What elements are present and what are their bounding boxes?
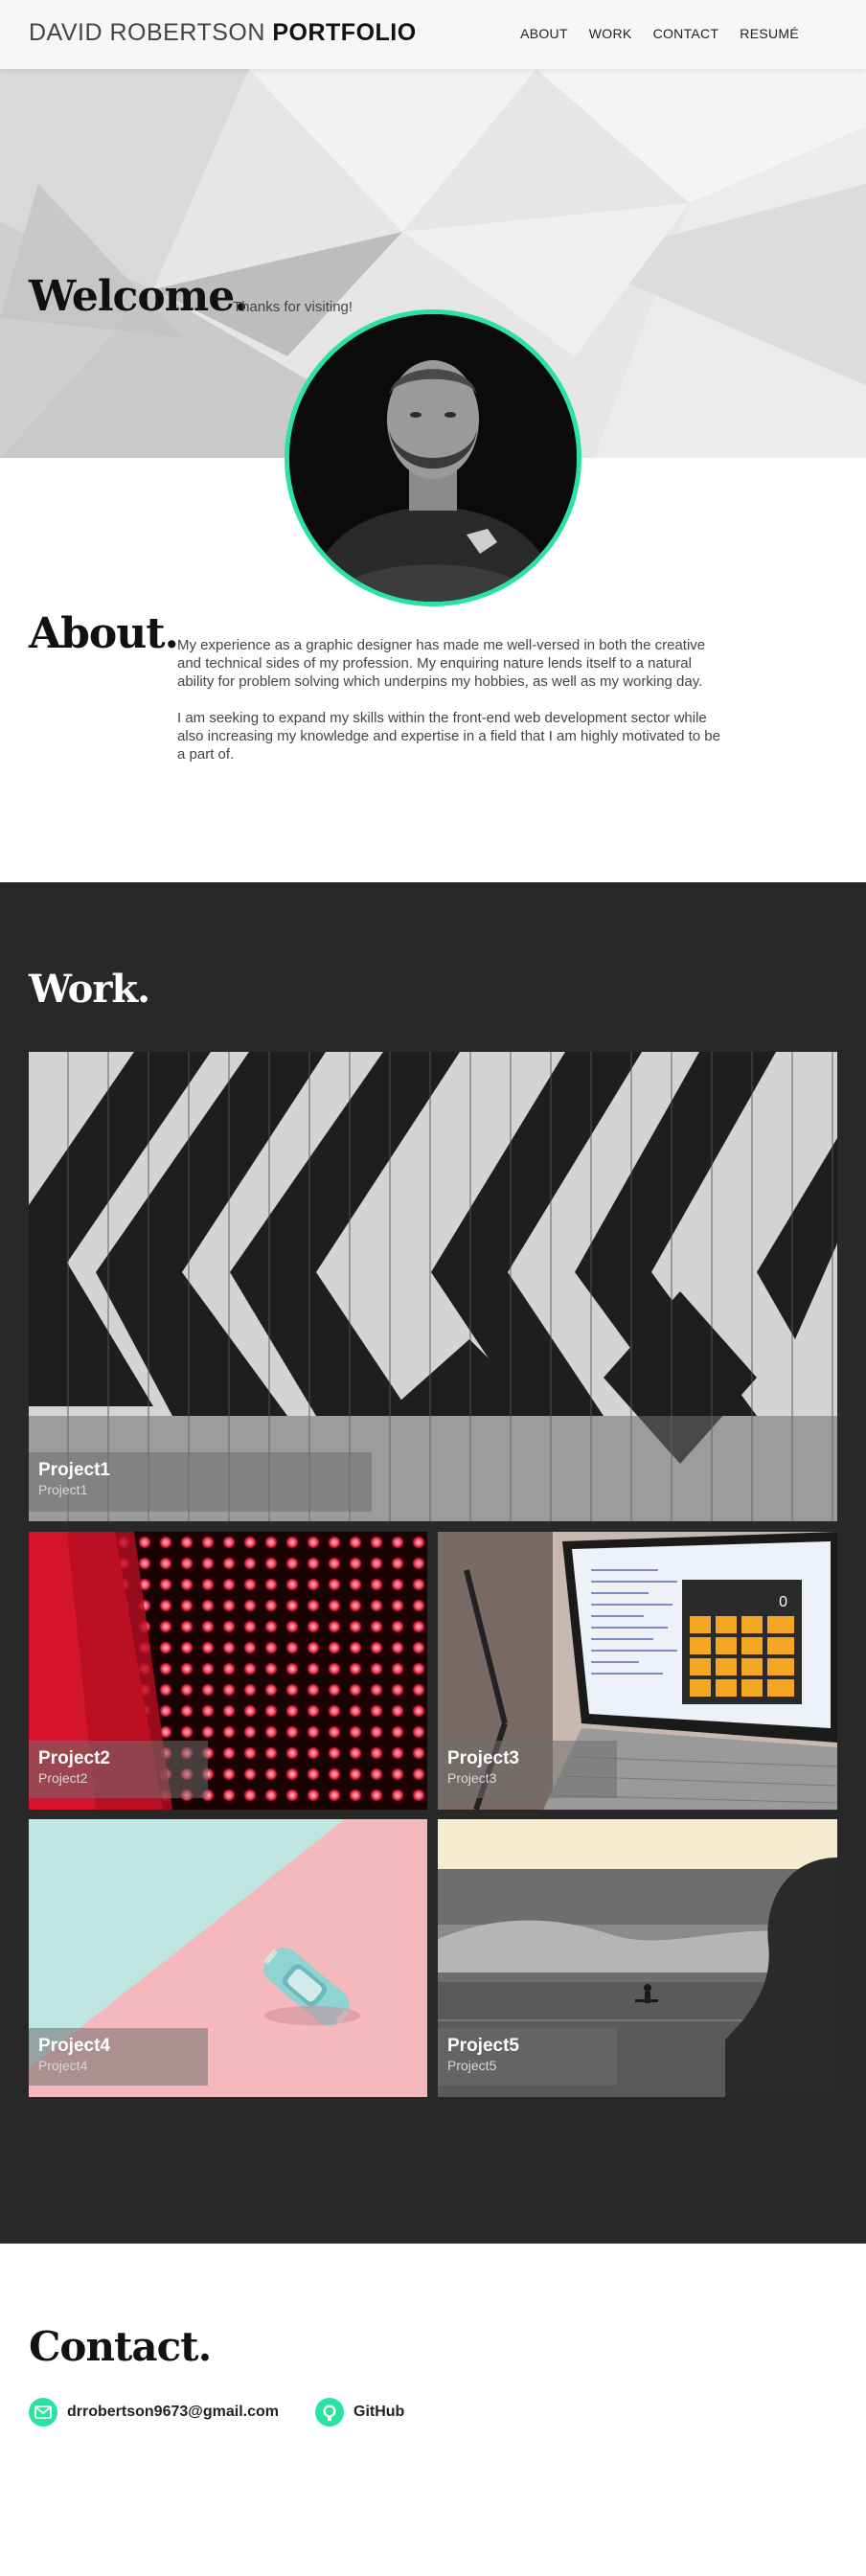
mail-icon — [29, 2398, 57, 2427]
github-link[interactable]: GitHub — [315, 2398, 404, 2427]
project2-subtitle: Project2 — [38, 1770, 88, 1786]
project-card-5[interactable]: Project5 Project5 — [438, 1819, 837, 2097]
project4-title: Project4 — [38, 2036, 110, 2056]
project4-subtitle: Project4 — [38, 2058, 88, 2073]
profile-photo — [285, 309, 581, 606]
project5-title: Project5 — [447, 2036, 519, 2056]
email-link[interactable]: drrobertson9673@gmail.com — [29, 2398, 279, 2427]
project3-title: Project3 — [447, 1748, 519, 1768]
nav-work[interactable]: WORK — [589, 26, 632, 41]
hero-title: Welcome. — [29, 272, 249, 321]
main-nav: ABOUT WORK CONTACT RESUMÉ — [520, 26, 799, 41]
project2-title: Project2 — [38, 1748, 110, 1768]
project4-caption: Project4 Project4 — [29, 2028, 208, 2086]
work-section: Work. Project1 Project1 Project2 Project… — [0, 882, 866, 2244]
project3-caption: Project3 Project3 — [438, 1741, 617, 1798]
nav-contact[interactable]: CONTACT — [653, 26, 719, 41]
project-card-1[interactable]: Project1 Project1 — [29, 1052, 837, 1521]
github-label: GitHub — [353, 2404, 405, 2420]
project2-caption: Project2 Project2 — [29, 1741, 208, 1798]
about-title: About. — [29, 609, 179, 658]
work-title: Work. — [29, 967, 150, 1012]
project-card-4[interactable]: Project4 Project4 — [29, 1819, 427, 2097]
brand-portfolio: PORTFOLIO — [272, 19, 417, 46]
github-icon — [315, 2398, 344, 2427]
contact-title: Contact. — [29, 2323, 212, 2370]
email-address: drrobertson9673@gmail.com — [67, 2404, 279, 2420]
about-paragraph-1: My experience as a graphic designer has … — [177, 637, 706, 690]
calculator-display: 0 — [779, 1594, 787, 1610]
about-paragraph-2: I am seeking to expand my skills within … — [177, 710, 720, 763]
project-card-3[interactable]: 0 Project3 Project3 — [438, 1532, 837, 1810]
about-text: My experience as a graphic designer has … — [177, 636, 723, 782]
nav-about[interactable]: ABOUT — [520, 26, 568, 41]
site-header: DAVID ROBERTSON PORTFOLIO ABOUT WORK CON… — [0, 0, 866, 69]
project5-caption: Project5 Project5 — [438, 2028, 617, 2086]
project1-subtitle: Project1 — [38, 1482, 88, 1497]
project5-subtitle: Project5 — [447, 2058, 497, 2073]
hero-tagline: Thanks for visiting! — [233, 299, 353, 315]
nav-resume[interactable]: RESUMÉ — [740, 26, 799, 41]
brand-name: DAVID ROBERTSON — [29, 19, 265, 46]
project1-caption: Project1 Project1 — [29, 1452, 372, 1512]
project1-image — [29, 1052, 837, 1521]
project3-subtitle: Project3 — [447, 1770, 497, 1786]
contact-links: drrobertson9673@gmail.com GitHub — [29, 2398, 404, 2427]
project1-title: Project1 — [38, 1460, 110, 1480]
project-card-2[interactable]: Project2 Project2 — [29, 1532, 427, 1810]
brand-logo[interactable]: DAVID ROBERTSON PORTFOLIO — [29, 19, 417, 47]
